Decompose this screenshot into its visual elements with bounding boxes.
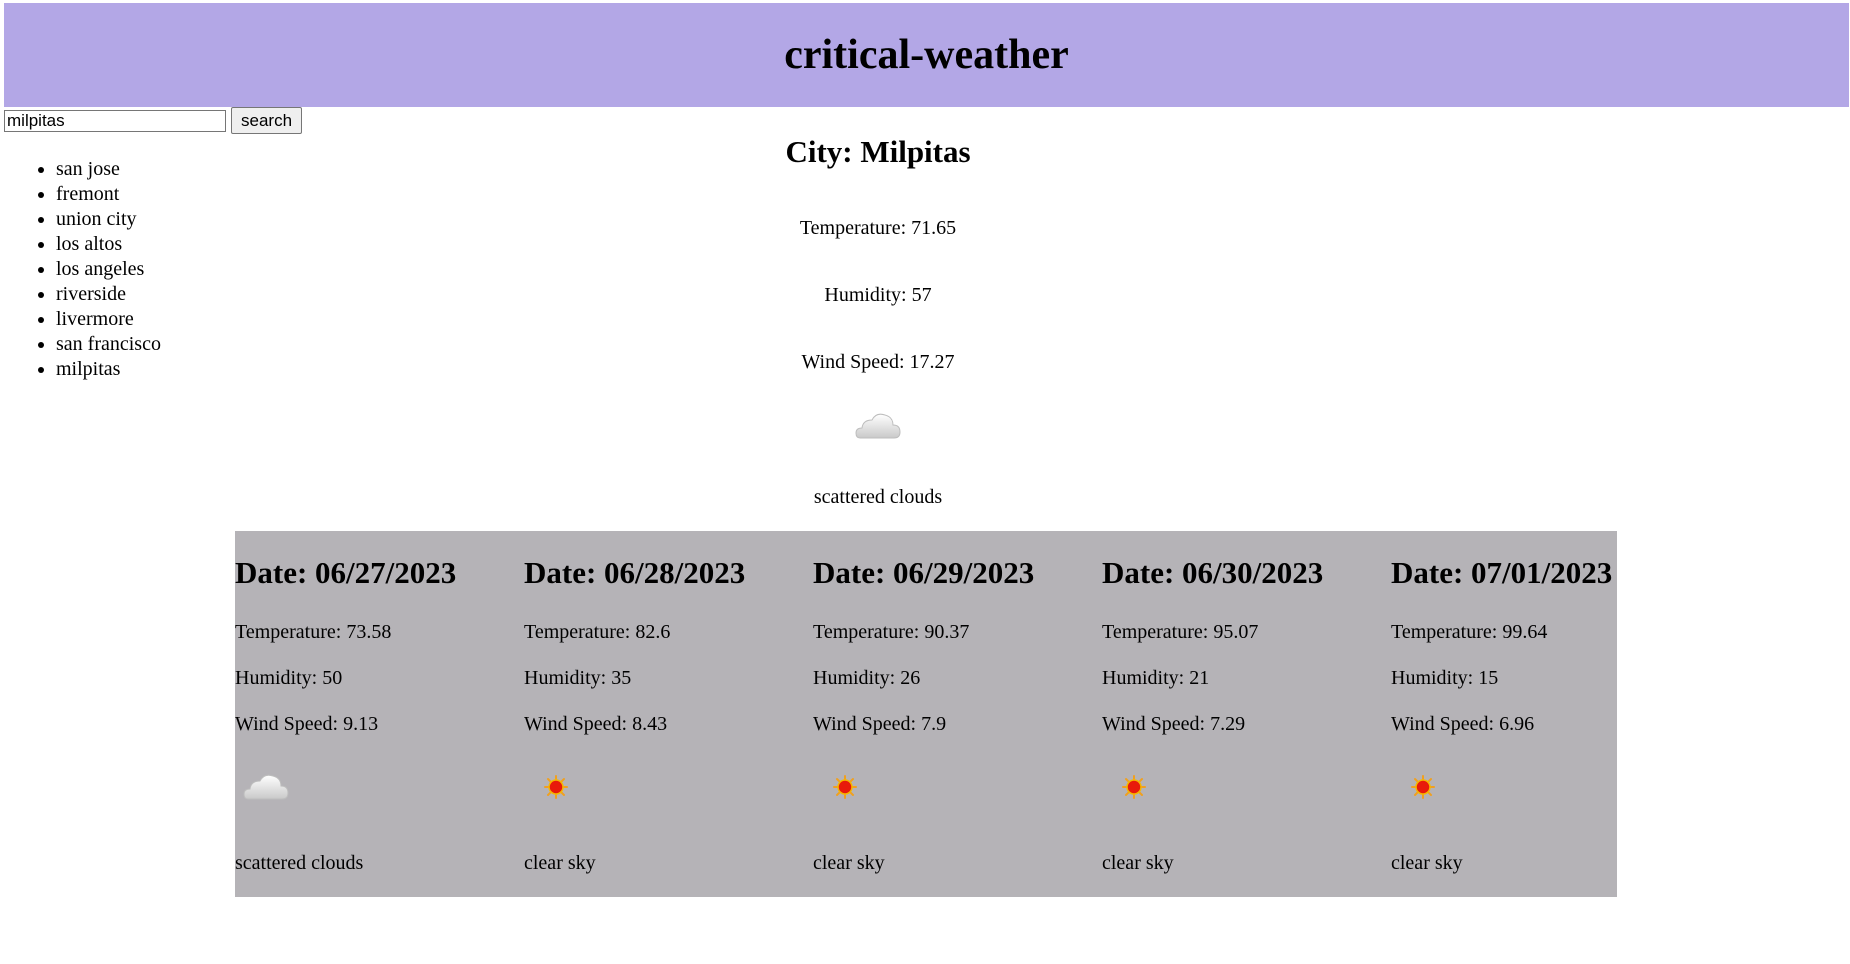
history-item[interactable]: riverside <box>56 282 161 307</box>
search-button[interactable]: search <box>231 107 303 134</box>
forecast-temperature: Temperature: 82.6 <box>524 621 671 643</box>
cloud-icon <box>854 406 904 446</box>
forecast-temperature: Temperature: 73.58 <box>235 621 392 643</box>
history-item[interactable]: san jose <box>56 157 161 182</box>
forecast-wind-speed: Wind Speed: 7.9 <box>813 713 947 735</box>
forecast-humidity: Humidity: 50 <box>235 667 343 689</box>
history-item[interactable]: los angeles <box>56 257 161 282</box>
city-heading: City: Milpitas <box>785 134 971 169</box>
sun-icon <box>1109 767 1159 807</box>
app-header: critical-weather <box>4 3 1849 107</box>
forecast-day: Date: 06/30/2023 Temperature: 95.07 Humi… <box>1102 531 1382 897</box>
search-input[interactable] <box>4 109 226 132</box>
search-bar: search <box>4 107 303 134</box>
sun-icon <box>531 767 581 807</box>
search-history-list: san jose fremont union city los altos lo… <box>0 157 161 382</box>
current-wind-speed: Wind Speed: 17.27 <box>801 351 955 373</box>
sun-icon <box>820 767 870 807</box>
forecast-description: clear sky <box>524 852 596 874</box>
forecast-description: clear sky <box>1102 852 1174 874</box>
history-item[interactable]: san francisco <box>56 332 161 357</box>
forecast-day: Date: 06/27/2023 Temperature: 73.58 Humi… <box>235 531 515 897</box>
history-item[interactable]: milpitas <box>56 357 161 382</box>
history-item[interactable]: union city <box>56 207 161 232</box>
forecast-panel: Date: 06/27/2023 Temperature: 73.58 Humi… <box>235 531 1617 897</box>
forecast-wind-speed: Wind Speed: 9.13 <box>235 713 379 735</box>
forecast-humidity: Humidity: 21 <box>1102 667 1210 689</box>
history-item[interactable]: fremont <box>56 182 161 207</box>
history-item[interactable]: livermore <box>56 307 161 332</box>
forecast-wind-speed: Wind Speed: 7.29 <box>1102 713 1246 735</box>
forecast-day: Date: 07/01/2023 Temperature: 99.64 Humi… <box>1391 531 1671 897</box>
page: critical-weather search san jose fremont… <box>0 0 1850 964</box>
forecast-date: Date: 06/30/2023 <box>1102 555 1324 590</box>
forecast-day: Date: 06/28/2023 Temperature: 82.6 Humid… <box>524 531 804 897</box>
forecast-date: Date: 06/28/2023 <box>524 555 746 590</box>
current-humidity: Humidity: 57 <box>824 284 932 306</box>
forecast-day: Date: 06/29/2023 Temperature: 90.37 Humi… <box>813 531 1093 897</box>
app-title: critical-weather <box>784 32 1069 78</box>
forecast-description: clear sky <box>1391 852 1463 874</box>
forecast-date: Date: 07/01/2023 <box>1391 555 1613 590</box>
current-temperature: Temperature: 71.65 <box>799 217 957 239</box>
current-weather: City: Milpitas Temperature: 71.65 Humidi… <box>778 130 978 508</box>
forecast-temperature: Temperature: 90.37 <box>813 621 970 643</box>
sun-icon <box>1398 767 1448 807</box>
current-description: scattered clouds <box>813 486 943 508</box>
forecast-description: clear sky <box>813 852 885 874</box>
forecast-temperature: Temperature: 95.07 <box>1102 621 1259 643</box>
forecast-humidity: Humidity: 35 <box>524 667 632 689</box>
forecast-temperature: Temperature: 99.64 <box>1391 621 1548 643</box>
forecast-description: scattered clouds <box>235 852 364 874</box>
forecast-humidity: Humidity: 15 <box>1391 667 1499 689</box>
forecast-wind-speed: Wind Speed: 8.43 <box>524 713 668 735</box>
forecast-wind-speed: Wind Speed: 6.96 <box>1391 713 1535 735</box>
cloud-icon <box>242 767 292 807</box>
forecast-date: Date: 06/27/2023 <box>235 555 457 590</box>
forecast-humidity: Humidity: 26 <box>813 667 921 689</box>
forecast-date: Date: 06/29/2023 <box>813 555 1035 590</box>
history-item[interactable]: los altos <box>56 232 161 257</box>
